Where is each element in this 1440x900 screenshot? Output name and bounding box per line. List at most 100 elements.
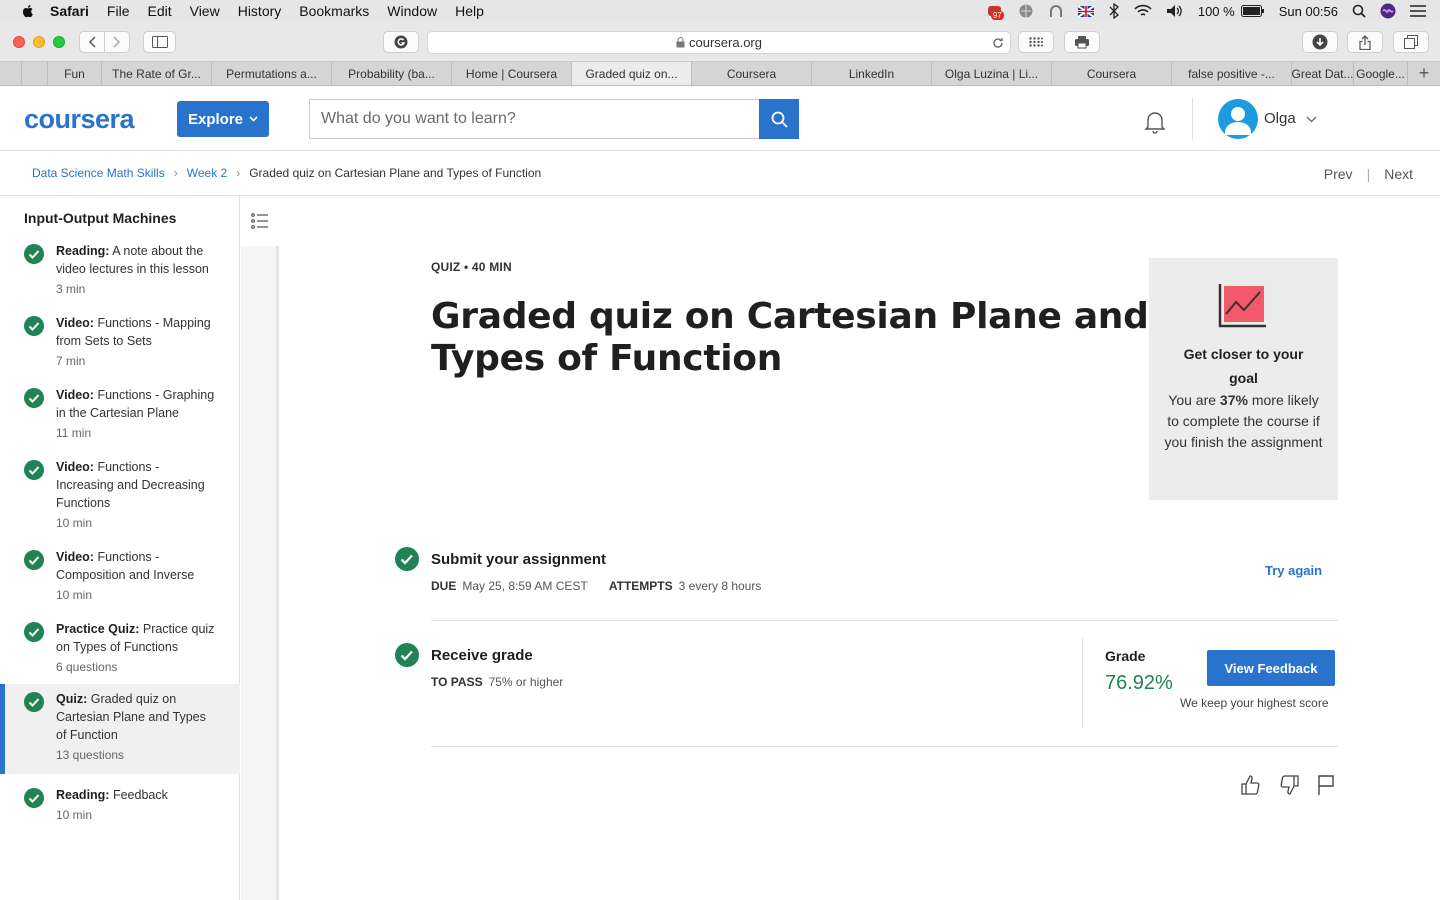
tab-10[interactable]: Coursera bbox=[1052, 62, 1172, 85]
sidebar-item-video-increasing[interactable]: Video: Functions - Increasing and Decrea… bbox=[0, 452, 240, 536]
tab-3[interactable]: Permutations a... bbox=[212, 62, 332, 85]
address-bar[interactable]: coursera.org bbox=[427, 31, 1011, 54]
globe-icon[interactable] bbox=[1018, 3, 1034, 19]
sidebar-item-video-graphing[interactable]: Video: Functions - Graphing in the Carte… bbox=[0, 380, 240, 446]
vpn-icon[interactable] bbox=[1048, 3, 1064, 19]
url-text: coursera.org bbox=[689, 35, 762, 50]
tab-6-active[interactable]: Graded quiz on... bbox=[572, 62, 692, 85]
apple-menu-icon[interactable] bbox=[20, 3, 36, 19]
print-button[interactable] bbox=[1064, 31, 1100, 53]
flag-icon[interactable] bbox=[1316, 774, 1336, 796]
tab-2[interactable]: The Rate of Gr... bbox=[102, 62, 212, 85]
wifi-icon[interactable] bbox=[1134, 4, 1152, 18]
status-app-icon[interactable]: 97 bbox=[986, 3, 1004, 20]
menu-help[interactable]: Help bbox=[455, 3, 484, 19]
menu-file[interactable]: File bbox=[107, 3, 130, 19]
siri-icon[interactable] bbox=[1380, 3, 1396, 19]
menu-view[interactable]: View bbox=[190, 3, 220, 19]
sidebar-item-reading-feedback[interactable]: Reading: Feedback 10 min bbox=[0, 780, 240, 828]
sidebar-icon bbox=[151, 36, 168, 48]
share-button[interactable] bbox=[1347, 31, 1383, 53]
completed-check-icon bbox=[24, 460, 44, 480]
tab-9[interactable]: Olga Luzina | Li... bbox=[932, 62, 1052, 85]
sidebar-item-graded-quiz[interactable]: Quiz: Graded quiz on Cartesian Plane and… bbox=[0, 684, 240, 774]
tab-1[interactable]: Fun bbox=[48, 62, 102, 85]
volume-icon[interactable] bbox=[1166, 4, 1184, 18]
completed-check-icon bbox=[24, 622, 44, 642]
sidebar-item-video-composition[interactable]: Video: Functions - Composition and Inver… bbox=[0, 542, 240, 608]
menu-window[interactable]: Window bbox=[387, 3, 437, 19]
sidebar-item-practice-quiz[interactable]: Practice Quiz: Practice quiz on Types of… bbox=[0, 614, 240, 680]
tab-4[interactable]: Probability (ba... bbox=[332, 62, 452, 85]
try-again-button[interactable]: Try again bbox=[1265, 563, 1322, 578]
user-silhouette-icon bbox=[1225, 107, 1251, 135]
next-link[interactable]: Next bbox=[1384, 166, 1413, 182]
mac-menubar: Safari File Edit View History Bookmarks … bbox=[0, 0, 1440, 22]
chevron-left-icon bbox=[88, 36, 96, 48]
completed-check-icon bbox=[24, 550, 44, 570]
item-meta: 10 min bbox=[56, 808, 93, 822]
menu-bookmarks[interactable]: Bookmarks bbox=[299, 3, 369, 19]
notifications-bell-icon[interactable] bbox=[1142, 108, 1168, 134]
top-sites-button[interactable] bbox=[1018, 31, 1054, 53]
attempts-label: ATTEMPTS bbox=[608, 579, 673, 593]
bluetooth-icon[interactable] bbox=[1108, 3, 1120, 19]
goal-percent: 37% bbox=[1219, 392, 1248, 408]
tab-8[interactable]: LinkedIn bbox=[812, 62, 932, 85]
back-button[interactable] bbox=[79, 31, 105, 53]
search-button[interactable] bbox=[759, 99, 799, 139]
tab-pinned-2[interactable] bbox=[22, 62, 48, 85]
new-tab-button[interactable]: + bbox=[1408, 62, 1440, 85]
reload-icon[interactable] bbox=[992, 37, 1004, 49]
trend-chart-icon bbox=[1218, 284, 1266, 328]
outline-toggle-button[interactable] bbox=[241, 196, 279, 246]
user-menu[interactable]: Olga bbox=[1264, 110, 1317, 127]
sidebar-toggle-button[interactable] bbox=[143, 31, 176, 53]
menu-edit[interactable]: Edit bbox=[147, 3, 171, 19]
menu-history[interactable]: History bbox=[238, 3, 282, 19]
zoom-window-button[interactable] bbox=[53, 36, 65, 48]
extension-button[interactable] bbox=[383, 31, 419, 53]
flag-uk-icon[interactable] bbox=[1077, 5, 1094, 17]
tab-label: The Rate of Gr... bbox=[112, 66, 201, 81]
explore-button[interactable]: Explore bbox=[177, 101, 269, 137]
spotlight-icon[interactable] bbox=[1352, 4, 1366, 18]
breadcrumb-course[interactable]: Data Science Math Skills bbox=[32, 166, 165, 180]
thumbs-down-icon[interactable] bbox=[1278, 774, 1300, 796]
forward-button[interactable] bbox=[104, 31, 130, 53]
sidebar-item-reading-note[interactable]: Reading: A note about the video lectures… bbox=[0, 236, 240, 302]
tab-label: false positive -... bbox=[1188, 66, 1275, 81]
thumbs-up-icon[interactable] bbox=[1240, 774, 1262, 796]
view-feedback-button[interactable]: View Feedback bbox=[1207, 650, 1335, 686]
item-meta: 13 questions bbox=[56, 748, 125, 762]
tab-13[interactable]: Google... bbox=[1354, 62, 1408, 85]
breadcrumb-week[interactable]: Week 2 bbox=[187, 166, 227, 180]
close-window-button[interactable] bbox=[13, 36, 25, 48]
coursera-logo[interactable]: coursera bbox=[24, 104, 135, 135]
clock[interactable]: Sun 00:56 bbox=[1279, 4, 1338, 19]
tab-pinned-1[interactable] bbox=[0, 62, 22, 85]
user-avatar[interactable] bbox=[1218, 99, 1258, 139]
lock-icon bbox=[676, 37, 685, 48]
tab-5[interactable]: Home | Coursera bbox=[452, 62, 572, 85]
tab-11[interactable]: false positive -... bbox=[1172, 62, 1292, 85]
item-type: Quiz: bbox=[56, 692, 88, 706]
tab-label: Google... bbox=[1356, 66, 1405, 81]
tab-12[interactable]: Great Dat... bbox=[1292, 62, 1354, 85]
downloads-button[interactable] bbox=[1302, 31, 1338, 53]
submit-assignment-step: Submit your assignment DUE May 25, 8:59 A… bbox=[395, 547, 1340, 607]
search-input[interactable] bbox=[309, 99, 760, 139]
minimize-window-button[interactable] bbox=[33, 36, 45, 48]
tab-overview-button[interactable] bbox=[1393, 31, 1429, 53]
tab-7[interactable]: Coursera bbox=[692, 62, 812, 85]
completed-check-icon bbox=[395, 547, 419, 571]
menu-app-name[interactable]: Safari bbox=[50, 3, 89, 19]
share-icon bbox=[1359, 34, 1371, 50]
sidebar-item-video-mapping[interactable]: Video: Functions - Mapping from Sets to … bbox=[0, 308, 240, 374]
tab-label: Coursera bbox=[726, 66, 777, 81]
prev-link[interactable]: Prev bbox=[1324, 166, 1353, 182]
battery-icon[interactable] bbox=[1240, 5, 1265, 17]
notification-center-icon[interactable] bbox=[1410, 5, 1426, 17]
goal-card: Get closer to your goal You are 37% more… bbox=[1149, 258, 1338, 500]
item-type: Video: bbox=[56, 316, 94, 330]
